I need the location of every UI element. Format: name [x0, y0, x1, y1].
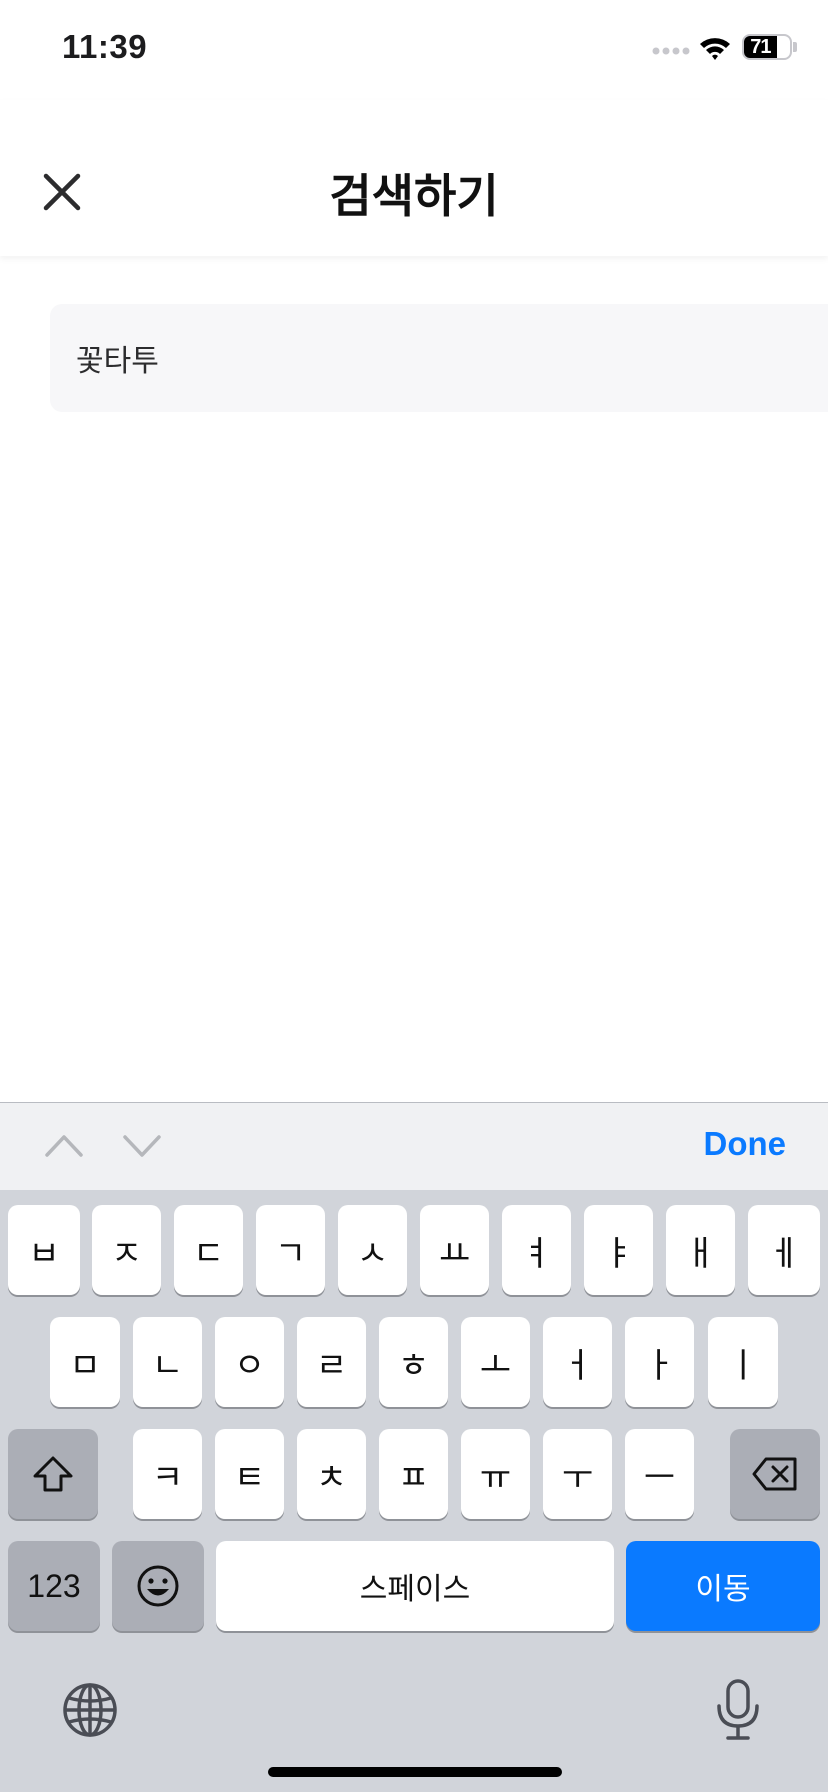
battery-level: 71 — [750, 36, 771, 58]
key[interactable]: ㅐ — [666, 1205, 735, 1295]
backspace-icon — [752, 1457, 797, 1491]
shift-icon — [33, 1456, 73, 1492]
key[interactable]: ㅑ — [584, 1205, 653, 1295]
battery-icon: 71 — [742, 34, 792, 60]
chevron-down-icon[interactable] — [122, 1131, 162, 1159]
key[interactable]: ㅣ — [708, 1317, 778, 1407]
globe-icon[interactable] — [62, 1682, 118, 1738]
cellular-signal-icon — [652, 47, 690, 55]
wifi-icon — [700, 38, 730, 60]
header: 검색하기 — [0, 100, 828, 256]
key[interactable]: ㅏ — [625, 1317, 694, 1407]
key[interactable]: ㅕ — [502, 1205, 571, 1295]
status-bar: 11:39 71 — [0, 0, 828, 100]
key[interactable]: ㅌ — [215, 1429, 284, 1519]
key[interactable]: ㄱ — [256, 1205, 325, 1295]
shift-key[interactable] — [8, 1429, 98, 1519]
status-indicators: 71 — [650, 30, 800, 70]
search-field[interactable] — [50, 304, 828, 412]
key[interactable]: ㅂ — [8, 1205, 80, 1295]
keyboard: ㅂ ㅈ ㄷ ㄱ ㅅ ㅛ ㅕ ㅑ ㅐ ㅔ ㅁ ㄴ ㅇ ㄹ ㅎ ㅗ ㅓ ㅏ ㅣ ㅋ … — [0, 1190, 828, 1792]
delete-key[interactable] — [730, 1429, 820, 1519]
emoji-key[interactable] — [112, 1541, 204, 1631]
space-key[interactable]: 스페이스 — [216, 1541, 614, 1631]
key[interactable]: ㅍ — [379, 1429, 448, 1519]
key[interactable]: ㅛ — [420, 1205, 489, 1295]
key[interactable]: ㄴ — [133, 1317, 202, 1407]
key[interactable]: ㅎ — [379, 1317, 448, 1407]
key[interactable]: ㅜ — [543, 1429, 612, 1519]
search-input[interactable] — [76, 304, 796, 412]
microphone-icon[interactable] — [714, 1678, 762, 1742]
page-title: 검색하기 — [329, 169, 499, 223]
keyboard-accessory-bar: Done — [0, 1102, 828, 1190]
key[interactable]: ㅓ — [543, 1317, 612, 1407]
key[interactable]: ㅈ — [92, 1205, 161, 1295]
key[interactable]: ㅋ — [133, 1429, 202, 1519]
key[interactable]: ㅁ — [50, 1317, 120, 1407]
key[interactable]: ㅡ — [625, 1429, 694, 1519]
home-indicator — [268, 1767, 562, 1777]
numbers-key[interactable]: 123 — [8, 1541, 100, 1631]
key[interactable]: ㅇ — [215, 1317, 284, 1407]
key[interactable]: ㅔ — [748, 1205, 820, 1295]
key[interactable]: ㅊ — [297, 1429, 366, 1519]
key[interactable]: ㅠ — [461, 1429, 530, 1519]
done-button[interactable]: Done — [704, 1125, 787, 1163]
key[interactable]: ㅅ — [338, 1205, 407, 1295]
key[interactable]: ㄹ — [297, 1317, 366, 1407]
emoji-icon — [137, 1565, 179, 1607]
key[interactable]: ㅗ — [461, 1317, 530, 1407]
key[interactable]: ㄷ — [174, 1205, 243, 1295]
return-key[interactable]: 이동 — [626, 1541, 820, 1631]
chevron-up-icon[interactable] — [44, 1131, 84, 1159]
status-time: 11:39 — [62, 28, 148, 65]
